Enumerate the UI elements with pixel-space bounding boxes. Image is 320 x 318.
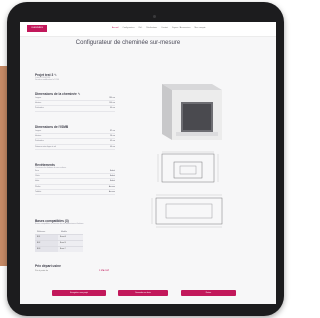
- project-section: Projet test 3 ✎ Créé le 12/06/2024 Derni…: [35, 73, 115, 81]
- page-title: Configurateur de cheminée sur-mesure: [75, 40, 181, 46]
- nav-item-ref[interactable]: Réf.: [139, 26, 143, 31]
- fireplace-3d-render: [162, 84, 222, 140]
- price-title: Prix départ usine: [35, 264, 61, 268]
- revetements-section: Revêtements Choisissez les finitions de …: [35, 163, 115, 195]
- price-value: 1 274 € HT: [99, 270, 109, 272]
- request-quote-button[interactable]: Demander un devis: [118, 290, 168, 296]
- brand-logo[interactable]: CHEMINÉES: [27, 25, 47, 32]
- dimension-row[interactable]: Profondeur 60 cm: [35, 106, 115, 112]
- price-row: Prix à partir de 1 274 € HT: [35, 270, 109, 272]
- bases-table: Référence Modèle B01 Base A B02 Base B B03…: [35, 230, 83, 252]
- dimensions-section: Dimensions de la cheminée ✎ Largeur 180 c…: [35, 92, 115, 112]
- table-header: Référence Modèle: [37, 231, 67, 233]
- table-row[interactable]: B02 Base B: [35, 240, 83, 246]
- price-label: Prix à partir de: [35, 270, 49, 272]
- foyer-row[interactable]: Distance entre foyer et sol 40 cm: [35, 145, 115, 150]
- edit-icon[interactable]: ✎: [54, 73, 57, 77]
- table-row[interactable]: B01 Base A: [35, 234, 83, 240]
- bases-section: Bases compatibles (3) Bases compatibles …: [35, 219, 115, 225]
- bases-subtitle: Bases compatibles en fonction de vos dim…: [35, 223, 84, 225]
- price-section: Prix départ usine: [35, 264, 115, 268]
- foyer-section: Dimensions de l'ISMB Largeur 82 cm Hauteu…: [35, 125, 115, 150]
- camera-dot: [153, 15, 156, 18]
- nav-item-contact[interactable]: Contact: [161, 26, 168, 31]
- revetement-row[interactable]: Tablette Aucune: [35, 190, 115, 195]
- nav-item-compte[interactable]: Mon compte: [195, 26, 206, 31]
- nav-item-foyers[interactable]: Foyers / Accessoires: [172, 26, 190, 31]
- front-view-drawing: [157, 151, 219, 183]
- table-row[interactable]: B03 Base C: [35, 246, 83, 252]
- nav-item-realisations[interactable]: Réalisations: [146, 26, 157, 31]
- nav-item-accueil[interactable]: Accueil: [112, 26, 118, 31]
- top-navigation: CHEMINÉES Accueil Configurateur Réf. Réa…: [20, 22, 276, 37]
- project-line: Dernière modification le 12/06: [35, 79, 59, 81]
- nav-items: Accueil Configurateur Réf. Réalisations …: [112, 26, 206, 31]
- top-view-drawing: [151, 194, 223, 228]
- nav-item-configurateur[interactable]: Configurateur: [122, 26, 134, 31]
- back-button[interactable]: Retour: [181, 290, 236, 296]
- edit-icon[interactable]: ✎: [78, 92, 81, 96]
- save-project-button[interactable]: Enregistrer mon projet: [52, 290, 106, 296]
